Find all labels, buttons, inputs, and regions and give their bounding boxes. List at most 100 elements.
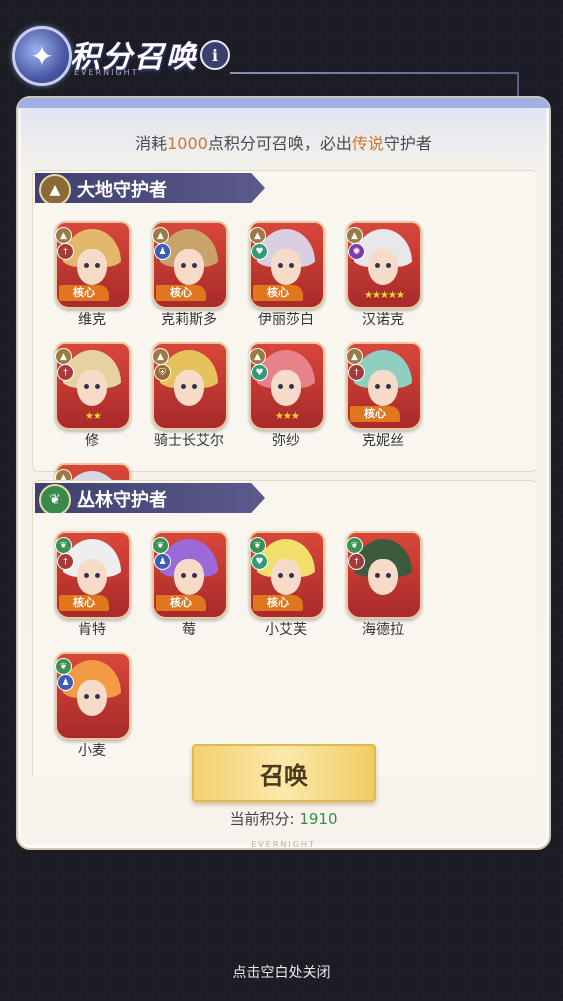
attack-role-icon: † [57, 243, 74, 260]
core-tag: 核心 [253, 285, 303, 301]
header: ✦ 积分召唤 EVERNIGHT i [0, 20, 563, 96]
star-rating: ★★★★★ [364, 290, 405, 301]
hero-card[interactable]: ▲ ♥ 核心伊丽莎白 [247, 219, 344, 340]
hero-card[interactable]: ▲ † 核心 克妮丝 [344, 340, 441, 461]
defense-role-icon: ⛨ [154, 364, 171, 381]
hero-name: 维克 [78, 312, 106, 328]
summon-panel: 消耗1000点积分可召唤，必出传说守护者 ▲ 大地守护者 ▲ † 核心 维克 ▲ ♟ 核心克… [16, 96, 551, 850]
section-title: 丛林守护者 [77, 490, 167, 511]
summon-note: 消耗1000点积分可召唤，必出传说守护者 [18, 130, 549, 154]
brand-subtitle: EVERNIGHT [74, 68, 139, 77]
star-emblem-icon: ✦ [12, 26, 72, 86]
hero-portrait [63, 660, 121, 726]
note-cost: 1000 [167, 134, 208, 153]
hero-card[interactable]: ▲ ♟ 核心克莉斯多 [150, 219, 247, 340]
close-hint[interactable]: 点击空白处关闭 [0, 962, 563, 982]
summon-button[interactable]: 召唤 [192, 744, 376, 802]
hero-name: 弥纱 [272, 433, 300, 449]
hero-name: 海德拉 [362, 622, 404, 638]
star-rating: ★★★ [275, 411, 300, 422]
hero-grid: ❦ † 核心 肯特 ❦ ♟ 核心莓 ❦ ♥ 核心 小艾芙 ❦ † 海德拉 ❦ ♟ 小麦 [53, 529, 533, 771]
hero-name: 修 [85, 433, 99, 449]
core-tag: 核心 [156, 285, 206, 301]
mountain-icon: ▲ [39, 174, 71, 203]
points-label: 当前积分: [229, 810, 295, 828]
hero-portrait [160, 350, 218, 416]
attack-role-icon: † [348, 364, 365, 381]
hero-card[interactable]: ❦ † 海德拉 [344, 529, 441, 650]
core-tag: 核心 [59, 285, 109, 301]
hero-card[interactable]: ❦ ♟ 小麦 [53, 650, 150, 771]
core-tag: 核心 [350, 406, 400, 422]
hero-name: 肯特 [78, 622, 106, 638]
info-icon[interactable]: i [200, 40, 230, 70]
heal-role-icon: ♥ [251, 364, 268, 381]
note-suffix: 守护者 [383, 134, 432, 153]
attack-role-icon: † [57, 553, 74, 570]
hero-portrait [63, 350, 121, 416]
jungle-element-icon: ❦ [249, 537, 266, 554]
hero-portrait [354, 229, 412, 295]
jungle-element-icon: ❦ [346, 537, 363, 554]
hero-portrait-frame: ▲ ♥ 核心 [249, 221, 325, 309]
hero-card[interactable]: ▲ ✺ ★★★★★ 汉诺克 [344, 219, 441, 340]
panel-top-strip [18, 98, 549, 108]
section-banner: ▲ 大地守护者 [35, 173, 265, 203]
hero-name: 小麦 [78, 743, 106, 759]
hero-portrait-frame: ▲ † 核心 [55, 221, 131, 309]
jungle-element-icon: ❦ [55, 658, 72, 675]
hero-portrait-frame: ❦ ♟ [55, 652, 131, 740]
header-divider [230, 72, 519, 74]
hero-name: 克莉斯多 [161, 312, 217, 328]
hero-portrait-frame: ▲ ♥ ★★★ [249, 342, 325, 430]
earth-element-icon: ▲ [55, 348, 72, 365]
section-jungle: ❦ 丛林守护者 ❦ † 核心 肯特 ❦ ♟ 核心莓 ❦ ♥ 核心 小艾芙 ❦ † 海德拉 ❦ ♟ 小麦 [32, 480, 536, 776]
heal-role-icon: ♥ [251, 553, 268, 570]
earth-element-icon: ▲ [249, 348, 266, 365]
hero-card[interactable]: ▲ ⛨ 骑士长艾尔 [150, 340, 247, 461]
earth-element-icon: ▲ [249, 227, 266, 244]
hero-list-scroll[interactable]: ▲ 大地守护者 ▲ † 核心 维克 ▲ ♟ 核心 克莉斯多 ▲ ♥ 核心 伊丽莎白 ▲ ✺ ★★★★★ 汉诺克… [32, 170, 536, 776]
section-banner: ❦ 丛林守护者 [35, 483, 265, 513]
attack-role-icon: † [348, 553, 365, 570]
hero-name: 伊丽莎白 [258, 312, 314, 328]
jungle-element-icon: ❦ [152, 537, 169, 554]
hero-card[interactable]: ❦ ♥ 核心 小艾芙 [247, 529, 344, 650]
hero-portrait-frame: ▲ ✺ ★★★★★ [346, 221, 422, 309]
note-prefix: 消耗 [135, 134, 168, 153]
hero-card[interactable]: ▲ † 核心维克 [53, 219, 150, 340]
earth-element-icon: ▲ [152, 227, 169, 244]
hero-portrait [257, 350, 315, 416]
hero-card[interactable]: ▲ ♥ ★★★ 弥纱 [247, 340, 344, 461]
hero-card[interactable]: ❦ † 核心 肯特 [53, 529, 150, 650]
support-role-icon: ♟ [154, 553, 171, 570]
hero-name: 汉诺克 [362, 312, 404, 328]
hero-name: 小艾芙 [265, 622, 307, 638]
section-earth: ▲ 大地守护者 ▲ † 核心 维克 ▲ ♟ 核心 克莉斯多 ▲ ♥ 核心 伊丽莎白 ▲ ✺ ★★★★★ 汉诺克… [32, 170, 536, 570]
section-title: 大地守护者 [77, 180, 167, 201]
hero-name: 莓 [182, 622, 196, 638]
hero-portrait [354, 539, 412, 605]
support-role-icon: ♟ [57, 674, 74, 691]
hero-name: 骑士长艾尔 [154, 433, 224, 449]
hero-portrait-frame: ▲ ♟ 核心 [152, 221, 228, 309]
earth-element-icon: ▲ [346, 348, 363, 365]
hero-card[interactable]: ❦ ♟ 核心莓 [150, 529, 247, 650]
earth-element-icon: ▲ [55, 227, 72, 244]
leaf-icon: ❦ [39, 484, 71, 513]
control-role-icon: ✺ [348, 243, 365, 260]
earth-element-icon: ▲ [346, 227, 363, 244]
note-rarity: 传说 [351, 134, 384, 153]
hero-portrait-frame: ▲ ⛨ [152, 342, 228, 430]
hero-portrait-frame: ▲ † 核心 [346, 342, 422, 430]
note-mid: 点积分可召唤，必出 [207, 134, 352, 153]
heal-role-icon: ♥ [251, 243, 268, 260]
hero-portrait-frame: ▲ † ★★ [55, 342, 131, 430]
points-value: 1910 [299, 810, 338, 828]
star-rating: ★★ [85, 411, 102, 422]
hero-card[interactable]: ▲ † ★★ 修 [53, 340, 150, 461]
footer-brand: EVERNIGHT [251, 840, 316, 849]
hero-portrait-frame: ❦ ♟ 核心 [152, 531, 228, 619]
hero-portrait-frame: ❦ † [346, 531, 422, 619]
attack-role-icon: † [57, 364, 74, 381]
